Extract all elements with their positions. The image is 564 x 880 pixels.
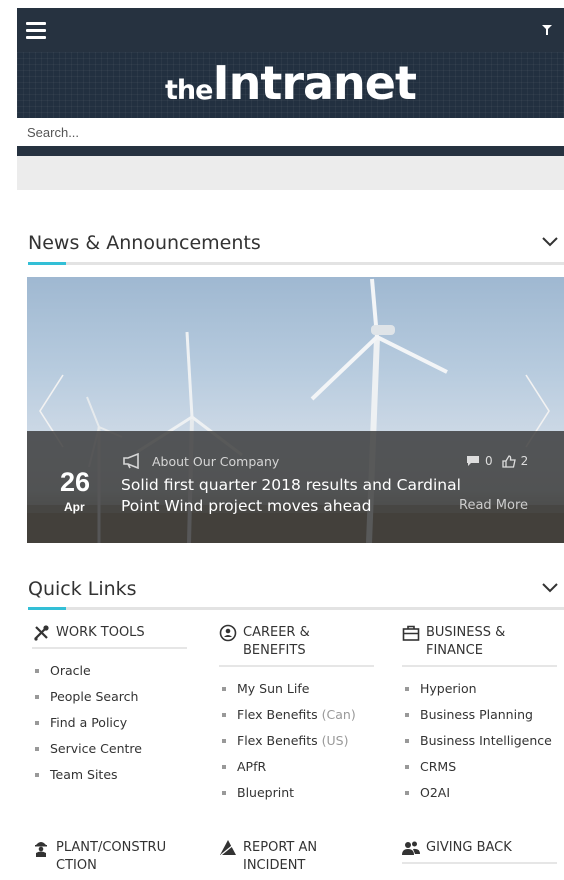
news-carousel[interactable]: 26 Apr About Our Company Solid first qua… [27,277,564,543]
column-header[interactable]: WORK TOOLS [32,624,192,642]
news-collapse-chevron-icon[interactable] [541,236,559,248]
column-header[interactable]: PLANT/CONSTRU CTION [32,839,192,875]
link-people-search[interactable]: People Search [32,684,192,710]
link-find-a-policy[interactable]: Find a Policy [32,710,192,736]
megaphone-icon [123,453,139,469]
column-divider [219,665,374,667]
quick-links-column-career-benefits: CAREER & BENEFITS My Sun Life Flex Benef… [219,624,379,806]
column-header[interactable]: REPORT AN INCIDENT [219,839,379,875]
quick-links-column-work-tools: WORK TOOLS Oracle People Search Find a P… [32,624,192,788]
career-icon [219,624,237,642]
search-input[interactable] [17,118,564,146]
quick-links-column-business-finance: BUSINESS & FINANCE Hyperion Business Pla… [402,624,562,806]
link-apfr[interactable]: APfR [219,754,379,780]
quick-links-accent [28,607,66,610]
news-section-divider [28,262,564,265]
site-logo[interactable]: theIntranet [17,56,564,110]
link-business-intelligence[interactable]: Business Intelligence [402,728,562,754]
link-hyperion[interactable]: Hyperion [402,676,562,702]
quick-links-collapse-chevron-icon[interactable] [541,582,559,594]
news-section-title: News & Announcements [28,232,261,254]
link-list: Hyperion Business Planning Business Inte… [402,676,562,806]
hamburger-menu-icon[interactable] [26,22,46,39]
news-stats: 0 2 [466,454,528,468]
link-my-sun-life[interactable]: My Sun Life [219,676,379,702]
quick-links-column-report-incident: REPORT AN INCIDENT [219,839,379,875]
logo-banner: theIntranet [17,52,564,118]
column-header[interactable]: BUSINESS & FINANCE [402,624,562,660]
column-divider [402,665,557,667]
news-section-accent [28,262,66,265]
link-team-sites[interactable]: Team Sites [32,762,192,788]
quick-links-title: Quick Links [28,578,137,600]
column-header[interactable]: GIVING BACK [402,839,562,857]
link-flex-benefits-us[interactable]: Flex Benefits (US) [219,728,379,754]
column-header[interactable]: CAREER & BENEFITS [219,624,379,660]
news-date-day: 26 [60,467,91,497]
link-flex-benefits-can[interactable]: Flex Benefits (Can) [219,702,379,728]
link-service-centre[interactable]: Service Centre [32,736,192,762]
grey-strip [17,156,564,190]
quick-links-divider [28,607,564,610]
link-crms[interactable]: CRMS [402,754,562,780]
quick-links-column-giving-back: GIVING BACK [402,839,562,864]
link-blueprint[interactable]: Blueprint [219,780,379,806]
people-icon [402,841,420,855]
like-icon[interactable] [501,454,516,468]
worker-icon [35,842,47,857]
news-date-month: Apr [64,500,85,514]
read-more-link[interactable]: Read More [459,498,528,513]
link-business-planning[interactable]: Business Planning [402,702,562,728]
news-category[interactable]: About Our Company [122,452,279,470]
news-caption: 26 Apr About Our Company Solid first qua… [27,431,564,543]
comment-icon [467,456,479,466]
comment-count: 0 [485,454,493,468]
column-divider [32,647,187,649]
like-count: 2 [520,454,529,468]
header-bottom-band [17,146,564,156]
filter-icon[interactable] [542,25,552,35]
link-o2ai[interactable]: O2AI [402,780,562,806]
link-list: My Sun Life Flex Benefits (Can) Flex Ben… [219,676,379,806]
link-list: Oracle People Search Find a Policy Servi… [32,658,192,788]
warning-icon [220,840,236,856]
briefcase-icon [402,625,420,641]
link-oracle[interactable]: Oracle [32,658,192,684]
news-category-label: About Our Company [152,453,280,469]
column-divider [402,862,557,864]
tools-icon [34,625,49,641]
news-headline[interactable]: Solid first quarter 2018 results and Car… [121,475,461,517]
top-bar [17,8,564,52]
quick-links-column-plant-construction: PLANT/CONSTRU CTION [32,839,192,875]
